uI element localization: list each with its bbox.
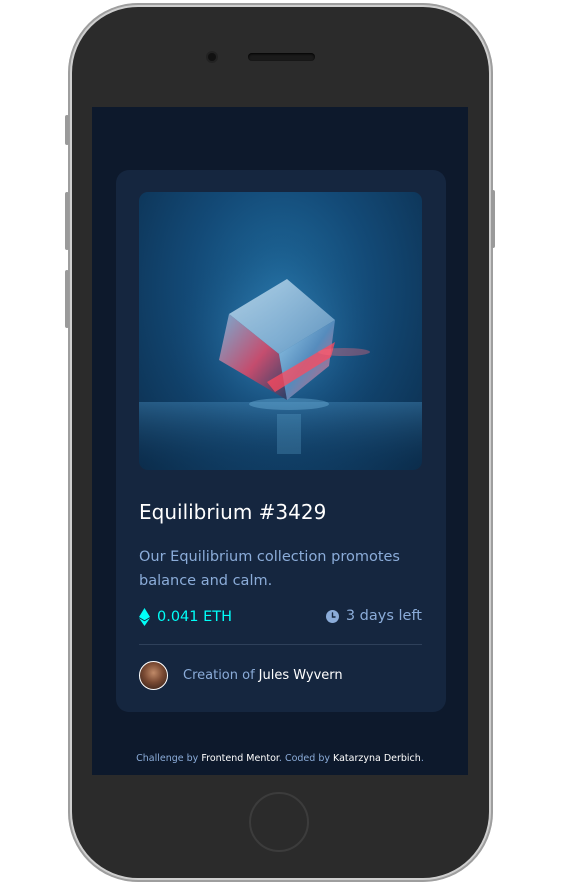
divider	[139, 644, 422, 645]
nft-image[interactable]	[139, 192, 422, 470]
volume-up-button	[65, 192, 69, 250]
price-value: 0.041 ETH	[157, 609, 233, 625]
home-button[interactable]	[249, 792, 309, 852]
screen: Equilibrium #3429 Our Equilibrium collec…	[92, 107, 468, 775]
frontend-mentor-link[interactable]: Frontend Mentor	[201, 753, 279, 764]
earpiece-speaker	[248, 53, 315, 61]
clock-icon	[325, 609, 339, 623]
power-button	[491, 190, 495, 248]
time-info: 3 days left	[325, 608, 422, 624]
nft-title[interactable]: Equilibrium #3429	[139, 500, 326, 524]
avatar	[139, 661, 168, 690]
price-info: 0.041 ETH	[139, 608, 232, 626]
nft-card: Equilibrium #3429 Our Equilibrium collec…	[116, 170, 446, 712]
creator-row: Creation of Jules Wyvern	[139, 661, 343, 690]
front-camera	[208, 53, 216, 61]
attribution: Challenge by Frontend Mentor. Coded by K…	[92, 753, 468, 764]
attribution-end: .	[420, 753, 424, 764]
attribution-challenge-text: Challenge by	[136, 753, 199, 764]
nft-description: Our Equilibrium collection promotes bala…	[139, 549, 400, 589]
volume-down-button	[65, 270, 69, 328]
cube-illustration	[139, 232, 422, 470]
creator-prefix: Creation of	[183, 668, 255, 683]
time-left-value: 3 days left	[345, 608, 422, 624]
ethereum-icon	[139, 608, 150, 626]
author-link[interactable]: Katarzyna Derbich	[333, 753, 421, 764]
creator-name-link[interactable]: Jules Wyvern	[259, 668, 343, 683]
attribution-coded-text: . Coded by	[278, 753, 330, 764]
mute-switch	[65, 115, 69, 145]
